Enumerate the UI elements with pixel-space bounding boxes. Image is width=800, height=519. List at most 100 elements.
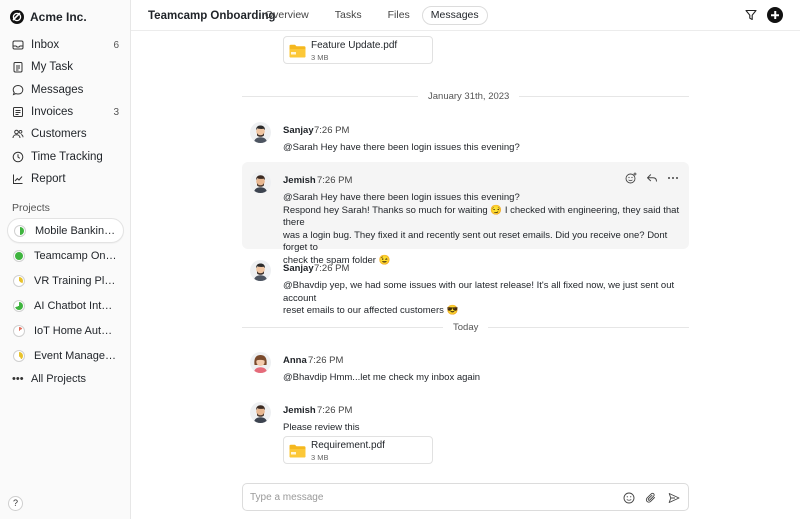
- nav-item-customers[interactable]: Customers: [0, 123, 131, 145]
- message-item-highlighted: Jemish 7:26 PM @Sarah Hey have there bee…: [242, 162, 689, 266]
- help-button[interactable]: ?: [8, 496, 23, 511]
- avatar-woman-icon: [250, 352, 271, 373]
- avatar[interactable]: [250, 402, 271, 423]
- project-item-mobile-banking[interactable]: Mobile Banking App: [7, 218, 124, 243]
- message-item: Sanjay 7:26 PM @Sarah Hey have there bee…: [242, 118, 689, 158]
- project-progress-icon: [13, 324, 25, 337]
- project-item-ai-chatbot[interactable]: AI Chatbot Integration: [7, 293, 124, 318]
- message-time: 7:26 PM: [314, 125, 350, 136]
- project-label: Teamcamp Onboarding: [34, 249, 118, 262]
- message-line: @Sarah Hey have there been login issues …: [283, 142, 520, 153]
- project-item-teamcamp-onboarding[interactable]: Teamcamp Onboarding: [7, 243, 124, 268]
- tab-messages[interactable]: Messages: [421, 6, 488, 25]
- nav-label: Inbox: [31, 39, 60, 52]
- attachment-size: 3 MB: [311, 53, 329, 62]
- message-author: Anna: [283, 355, 307, 366]
- project-list: Mobile Banking App Teamcamp Onboarding V…: [0, 218, 131, 368]
- message-actions: [625, 172, 679, 184]
- clipboard-icon: [13, 62, 23, 73]
- nav-label: Messages: [31, 83, 84, 96]
- inbox-icon: [12, 40, 24, 50]
- message-author: Sanjay: [283, 125, 314, 136]
- brand[interactable]: Acme Inc.: [10, 10, 87, 24]
- acme-logo-icon: [10, 10, 24, 24]
- avatar-man-icon: [250, 402, 271, 423]
- message-author: Jemish: [283, 405, 316, 416]
- nav-item-invoices[interactable]: Invoices 3: [0, 101, 131, 123]
- project-label: Event Management: [34, 349, 118, 362]
- nav-item-time-tracking[interactable]: Time Tracking: [0, 145, 131, 167]
- message-item: Jemish 7:26 PM Please review this: [242, 398, 689, 438]
- project-progress-icon: [14, 224, 26, 237]
- tab-files[interactable]: Files: [380, 6, 418, 25]
- nav-label: Report: [31, 172, 66, 185]
- project-item-iot-home[interactable]: IoT Home Automation: [7, 318, 124, 343]
- attachment-size: 3 MB: [311, 453, 329, 462]
- filter-icon[interactable]: [744, 8, 758, 22]
- brand-name: Acme Inc.: [30, 10, 87, 24]
- message-author: Sanjay: [283, 263, 314, 274]
- message-line: @Bhavdip yep, we had some issues with ou…: [283, 280, 675, 304]
- message-input[interactable]: [250, 489, 600, 506]
- nav-item-report[interactable]: Report: [0, 168, 131, 190]
- message-item: Anna 7:26 PM @Bhavdip Hmm...let me check…: [242, 348, 689, 388]
- more-options-icon[interactable]: [667, 172, 679, 184]
- message-text: @Bhavdip yep, we had some issues with ou…: [283, 280, 683, 318]
- nav-item-messages[interactable]: Messages: [0, 79, 131, 101]
- avatar-man-icon: [250, 122, 271, 143]
- nav-item-my-task[interactable]: My Task: [0, 56, 131, 78]
- reply-icon[interactable]: [646, 172, 658, 184]
- tab-overview[interactable]: Overview: [257, 6, 317, 25]
- message-item: Sanjay 7:26 PM @Bhavdip yep, we had some…: [242, 256, 689, 316]
- avatar-man-icon: [250, 172, 271, 193]
- avatar[interactable]: [250, 260, 271, 281]
- invoices-count: 3: [113, 106, 119, 118]
- attachment-feature-update[interactable]: Feature Update.pdf 3 MB: [283, 36, 433, 64]
- nav-item-inbox[interactable]: Inbox 6: [0, 34, 131, 56]
- message-line: @Bhavdip Hmm...let me check my inbox aga…: [283, 372, 481, 383]
- tab-bar: Overview Tasks Files Messages: [257, 6, 488, 25]
- add-reaction-icon[interactable]: [625, 172, 637, 184]
- attach-paperclip-icon[interactable]: [645, 492, 657, 504]
- date-label: January 31th, 2023: [418, 91, 520, 102]
- project-progress-icon: [13, 349, 25, 362]
- tab-tasks[interactable]: Tasks: [327, 6, 370, 25]
- message-text: Please review this: [283, 422, 683, 435]
- avatar[interactable]: [250, 352, 271, 373]
- message-line: was a login bug. They fixed it and recen…: [283, 229, 668, 254]
- message-line: Respond hey Sarah! Thanks so much for wa…: [283, 204, 680, 229]
- projects-section-title: Projects: [12, 202, 50, 214]
- message-time: 7:26 PM: [317, 175, 353, 186]
- top-bar: Teamcamp Onboarding Overview Tasks Files…: [131, 0, 800, 31]
- more-dots-icon: •••: [12, 373, 24, 385]
- users-icon: [12, 130, 24, 139]
- project-progress-icon: [13, 299, 25, 312]
- message-time: 7:26 PM: [308, 355, 344, 366]
- chat-bubble-icon: [12, 84, 24, 96]
- project-item-vr-training[interactable]: VR Training Platform: [7, 268, 124, 293]
- nav-label: Customers: [31, 128, 87, 141]
- folder-icon: [289, 444, 306, 458]
- all-projects-label: All Projects: [31, 373, 87, 385]
- project-label: VR Training Platform: [34, 274, 118, 287]
- send-icon[interactable]: [668, 492, 680, 504]
- nav-label: Time Tracking: [31, 150, 103, 163]
- chart-line-icon: [13, 174, 23, 184]
- avatar[interactable]: [250, 172, 271, 193]
- inbox-count: 6: [113, 39, 119, 51]
- emoji-icon[interactable]: [623, 492, 635, 504]
- folder-icon: [289, 44, 306, 58]
- message-line: @Sarah Hey have there been login issues …: [283, 192, 520, 203]
- message-text: @Sarah Hey have there been login issues …: [283, 142, 683, 155]
- attachment-requirement[interactable]: Requirement.pdf 3 MB: [283, 436, 433, 464]
- add-button[interactable]: [767, 7, 783, 23]
- avatar[interactable]: [250, 122, 271, 143]
- attachment-name: Requirement.pdf: [311, 440, 385, 451]
- message-line: Please review this: [283, 422, 360, 433]
- project-progress-icon: [13, 249, 25, 262]
- attachment-name: Feature Update.pdf: [311, 40, 398, 51]
- project-item-event-management[interactable]: Event Management: [7, 343, 124, 368]
- all-projects-link[interactable]: ••• All Projects: [12, 373, 86, 385]
- main-nav: Inbox 6 My Task Messages Invoices 3 Cust…: [0, 34, 131, 190]
- message-composer: [242, 483, 689, 511]
